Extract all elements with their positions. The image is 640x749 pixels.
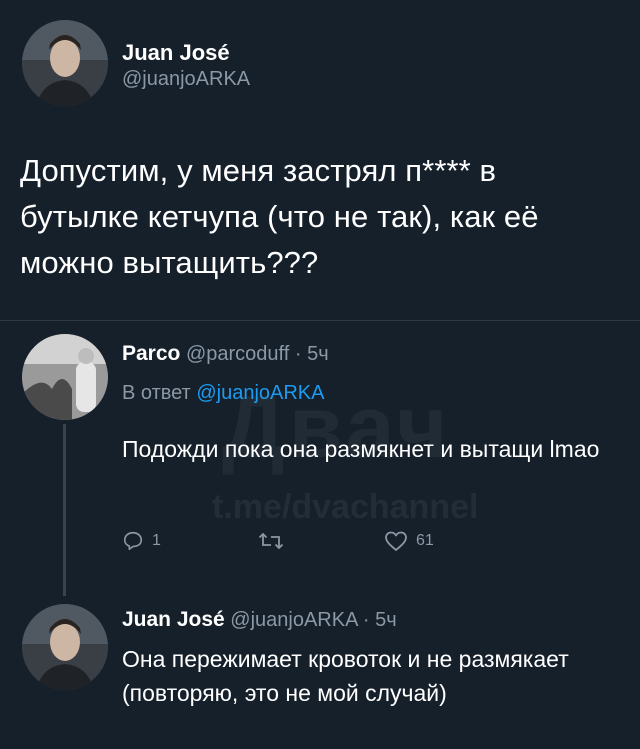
- reply2-author-handle[interactable]: @juanjoARKA: [230, 609, 357, 631]
- reply-button[interactable]: 1: [122, 530, 161, 552]
- reply2-author-avatar[interactable]: [22, 604, 108, 690]
- reply-author-handle[interactable]: @parcoduff: [186, 343, 289, 365]
- like-count: 61: [416, 532, 434, 549]
- reply-author-avatar[interactable]: [22, 334, 108, 420]
- reply2-author-name[interactable]: Juan José: [122, 608, 225, 631]
- separator-dot: ·: [362, 609, 370, 631]
- reply-to-handle[interactable]: @juanjoARKA: [196, 382, 324, 404]
- avatar-photo: [22, 604, 108, 690]
- reply-count: 1: [152, 532, 161, 549]
- reply-icon: [123, 531, 143, 551]
- like-icon: [385, 531, 407, 551]
- tweet-text: Допустим, у меня застрял п**** в бутылке…: [20, 153, 539, 280]
- reply-text: Подожди пока она размякнет и вытащи lmao: [122, 436, 600, 462]
- reply2-timestamp[interactable]: 5ч: [375, 609, 397, 631]
- divider: [0, 320, 640, 321]
- thread-line: [63, 424, 66, 596]
- author-avatar[interactable]: [22, 20, 108, 106]
- reply-to-label: В ответ: [122, 382, 191, 404]
- avatar-photo: [22, 334, 108, 420]
- reply2-header: Juan José @juanjoARKA · 5ч: [122, 608, 397, 632]
- avatar-photo: [22, 20, 108, 106]
- separator-dot: ·: [294, 343, 302, 365]
- author-handle[interactable]: @juanjoARKA: [122, 68, 250, 91]
- like-button[interactable]: 61: [384, 530, 434, 552]
- author-name[interactable]: Juan José: [122, 40, 230, 66]
- retweet-button[interactable]: [258, 530, 292, 552]
- reply-header: Parco @parcoduff · 5ч: [122, 342, 329, 366]
- reply-author-name[interactable]: Parco: [122, 342, 180, 365]
- reply2-text: Она пережимает кровоток и не размякает (…: [122, 646, 569, 706]
- watermark-channel: t.me/dvachannel: [212, 488, 479, 526]
- reply-timestamp[interactable]: 5ч: [307, 343, 329, 365]
- retweet-icon: [258, 532, 284, 550]
- reply-to-line: В ответ @juanjoARKA: [122, 382, 324, 405]
